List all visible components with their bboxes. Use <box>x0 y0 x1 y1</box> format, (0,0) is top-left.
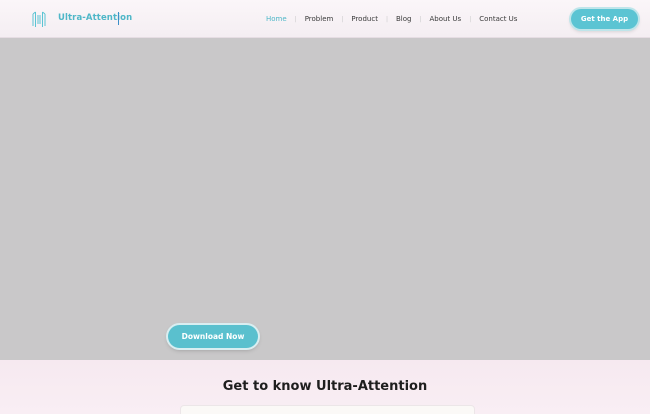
brand-name[interactable]: Ultra-Attention <box>58 13 132 23</box>
hero-banner: Download Now <box>0 38 650 360</box>
nav-separator: | <box>341 15 344 23</box>
nav-item-about-us[interactable]: About Us <box>429 15 461 23</box>
get-the-app-button[interactable]: Get the App <box>571 9 638 29</box>
intro-title: Get to know Ultra-Attention <box>222 379 428 394</box>
nav-item-problem[interactable]: Problem <box>305 15 334 23</box>
nav-item-contact-us[interactable]: Contact Us <box>479 15 517 23</box>
text-cursor <box>118 12 119 25</box>
download-now-button[interactable]: Download Now <box>168 325 258 348</box>
intro-card <box>180 405 475 414</box>
nav-separator: | <box>385 15 388 23</box>
nav-separator: | <box>469 15 472 23</box>
nav-item-blog[interactable]: Blog <box>396 15 411 23</box>
ultra-attention-logo-icon[interactable] <box>31 10 47 29</box>
intro-section: Get to know Ultra-Attention <box>0 360 650 414</box>
nav-separator: | <box>419 15 422 23</box>
site-header: Ultra-Attention Home | Problem | Product… <box>0 0 650 38</box>
main-nav: Home | Problem | Product | Blog | About … <box>266 14 517 24</box>
nav-separator: | <box>294 15 297 23</box>
nav-item-product[interactable]: Product <box>351 15 378 23</box>
nav-item-home[interactable]: Home <box>266 15 287 23</box>
